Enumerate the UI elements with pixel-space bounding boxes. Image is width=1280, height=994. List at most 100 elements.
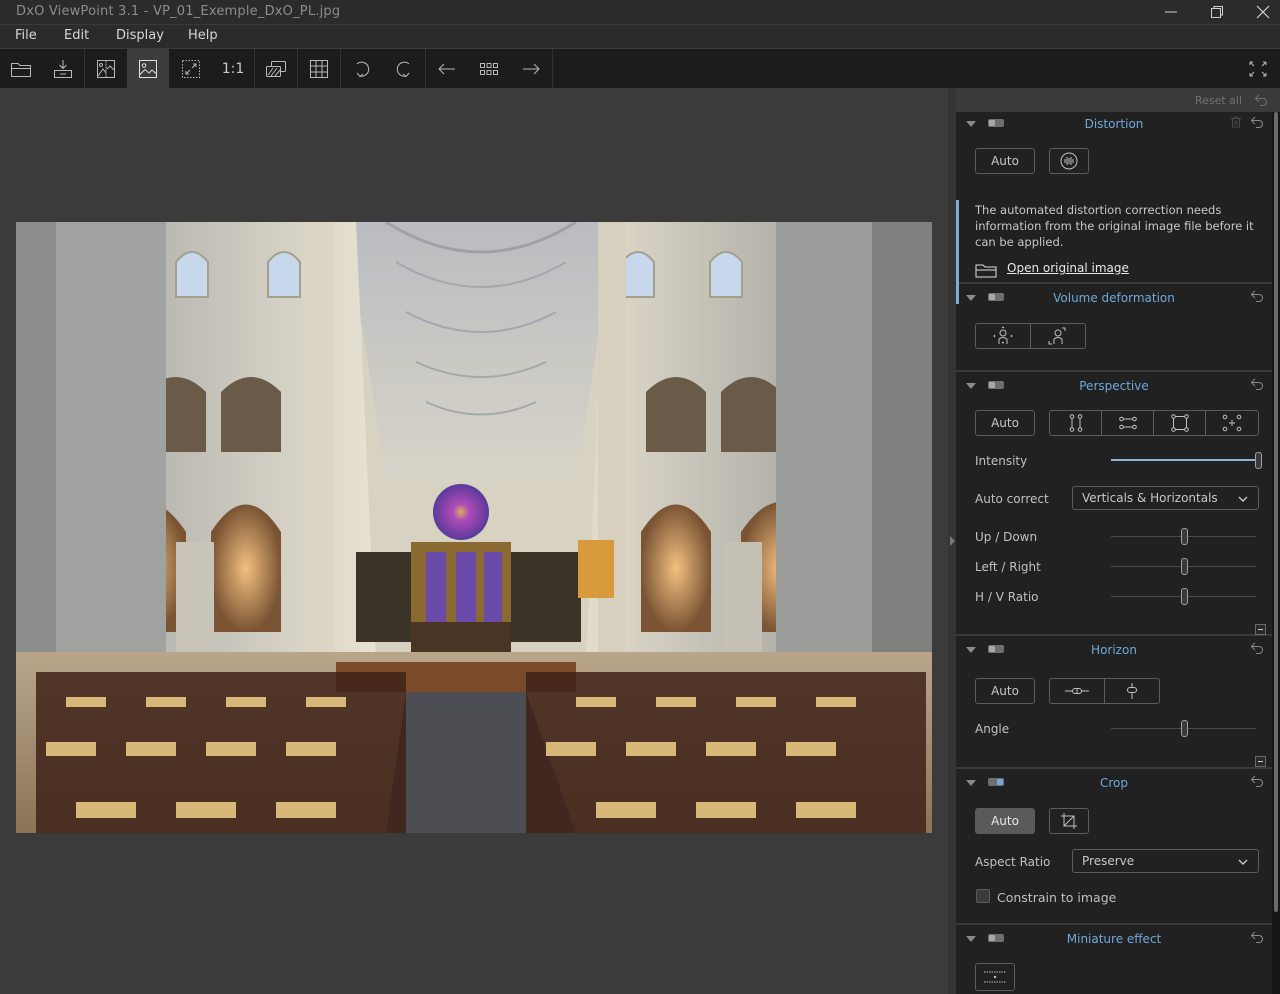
perspective-auto-button[interactable]: Auto — [975, 410, 1035, 436]
slider-thumb[interactable] — [1180, 588, 1188, 605]
section-distortion: Distortion Auto The automated distortion… — [956, 112, 1272, 304]
perspective-modes — [1049, 410, 1259, 436]
undo-icon[interactable] — [1250, 116, 1264, 128]
fullscreen-icon — [1249, 61, 1267, 77]
open-folder-icon — [11, 63, 31, 77]
horizon-header[interactable]: Horizon — [956, 638, 1272, 662]
open-button[interactable] — [0, 49, 42, 89]
folder-icon — [975, 264, 997, 278]
slider-thumb[interactable] — [1180, 528, 1188, 545]
panel-scrollbar[interactable] — [1272, 112, 1280, 994]
section-perspective: Perspective Auto Intensity Auto correct … — [956, 374, 1272, 636]
miniature-effect-header[interactable]: Miniature effect — [956, 927, 1272, 951]
person-frame-icon — [1048, 327, 1066, 345]
volume-deformation-header[interactable]: Volume deformation — [956, 286, 1272, 310]
undo-icon[interactable] — [1250, 931, 1264, 943]
minimize-button[interactable] — [1148, 0, 1194, 24]
crop-title: Crop — [1099, 776, 1128, 790]
auto-correct-dropdown[interactable]: Verticals & Horizontals — [1072, 486, 1259, 510]
distortion-auto-button[interactable]: Auto — [975, 148, 1035, 174]
spherical-button[interactable] — [1031, 324, 1085, 348]
left-right-label: Left / Right — [975, 560, 1041, 574]
angle-label: Angle — [975, 722, 1010, 736]
collapse-details-button[interactable] — [1255, 624, 1266, 635]
menu-help[interactable]: Help — [188, 28, 218, 43]
panel-collapse-strip[interactable] — [948, 88, 956, 994]
crop-header[interactable]: Crop — [956, 771, 1272, 795]
volume-deformation-title: Volume deformation — [1053, 291, 1175, 305]
menu-file[interactable]: File — [15, 28, 37, 43]
aspect-ratio-dropdown[interactable]: Preserve — [1072, 849, 1259, 873]
title-bar: DxO ViewPoint 3.1 - VP_01_Exemple_DxO_PL… — [0, 0, 1280, 24]
constrain-to-image-label[interactable]: Constrain to image — [997, 890, 1116, 905]
rectangle-button[interactable] — [1154, 411, 1206, 435]
section-crop: Crop Auto Aspect Ratio Preserve Constrai… — [956, 771, 1272, 925]
reset-all-undo-icon[interactable] — [1254, 94, 1268, 106]
intensity-slider[interactable] — [1111, 452, 1262, 470]
undo-icon[interactable] — [1250, 290, 1264, 302]
next-image-button[interactable] — [510, 49, 552, 89]
open-original-image-link[interactable]: Open original image — [1007, 261, 1129, 275]
perspective-header[interactable]: Perspective — [956, 374, 1272, 398]
grid-icon — [310, 60, 328, 78]
distortion-info-message: The automated distortion correction need… — [975, 203, 1254, 249]
crop-tool-button[interactable] — [1049, 808, 1089, 834]
tilt-shift-icon — [984, 971, 1006, 983]
up-down-slider[interactable] — [1111, 528, 1256, 546]
overlay-button[interactable] — [255, 49, 297, 89]
lens-distortion-icon — [1060, 152, 1078, 170]
collapse-details-button[interactable] — [1255, 756, 1266, 767]
close-icon — [1256, 5, 1270, 19]
up-down-label: Up / Down — [975, 530, 1038, 544]
trash-icon[interactable] — [1230, 116, 1242, 128]
undo-icon[interactable] — [1250, 642, 1264, 654]
left-right-slider[interactable] — [1111, 558, 1256, 576]
horizontal-lines-icon — [1118, 416, 1137, 430]
horizon-auto-button[interactable]: Auto — [975, 678, 1035, 704]
vertical-parallel-button[interactable] — [1050, 411, 1102, 435]
vertical-lines-icon — [1069, 414, 1082, 432]
miniature-tool-button[interactable] — [975, 963, 1015, 991]
angle-slider[interactable] — [1111, 720, 1256, 738]
export-icon — [54, 60, 72, 78]
aspect-ratio-label: Aspect Ratio — [975, 855, 1051, 869]
horizontal-parallel-button[interactable] — [1102, 411, 1154, 435]
thumbnails-button[interactable] — [468, 49, 510, 89]
undo-icon[interactable] — [1250, 775, 1264, 787]
chevron-down-icon — [1238, 859, 1248, 865]
crop-auto-button[interactable]: Auto — [975, 808, 1035, 834]
slider-thumb[interactable] — [1180, 558, 1188, 575]
grid-button[interactable] — [298, 49, 340, 89]
section-miniature-effect: Miniature effect — [956, 927, 1272, 994]
export-button[interactable] — [42, 49, 84, 89]
before-after-button[interactable] — [85, 49, 127, 89]
slider-thumb[interactable] — [1180, 720, 1188, 737]
undo-icon[interactable] — [1250, 378, 1264, 390]
menu-edit[interactable]: Edit — [64, 28, 89, 43]
horizontal-level-button[interactable] — [1050, 679, 1105, 703]
restore-button[interactable] — [1194, 0, 1240, 24]
rotate-left-button[interactable] — [341, 49, 383, 89]
image-view-button[interactable] — [127, 49, 169, 89]
eight-point-button[interactable] — [1206, 411, 1258, 435]
fullscreen-button[interactable] — [1237, 49, 1279, 89]
scrollbar-thumb[interactable] — [1274, 112, 1278, 912]
distortion-header[interactable]: Distortion — [956, 112, 1272, 136]
fit-to-screen-button[interactable] — [170, 49, 212, 89]
menu-display[interactable]: Display — [116, 28, 164, 43]
vertical-level-button[interactable] — [1105, 679, 1159, 703]
cylindrical-button[interactable] — [976, 324, 1031, 348]
close-button[interactable] — [1240, 0, 1280, 24]
next-icon — [523, 63, 540, 75]
zoom-100-button[interactable]: 1:1 — [212, 49, 254, 89]
distortion-lens-button[interactable] — [1049, 148, 1089, 174]
previous-image-button[interactable] — [426, 49, 468, 89]
hv-ratio-slider[interactable] — [1111, 588, 1256, 606]
slider-thumb[interactable] — [1255, 452, 1262, 469]
reset-all-bar: Reset all — [956, 88, 1280, 112]
before-after-icon — [97, 60, 115, 78]
toolbar: 1:1 — [0, 48, 1280, 89]
reset-all-button[interactable]: Reset all — [1195, 94, 1242, 107]
constrain-to-image-checkbox[interactable] — [976, 889, 990, 903]
rotate-right-button[interactable] — [383, 49, 425, 89]
